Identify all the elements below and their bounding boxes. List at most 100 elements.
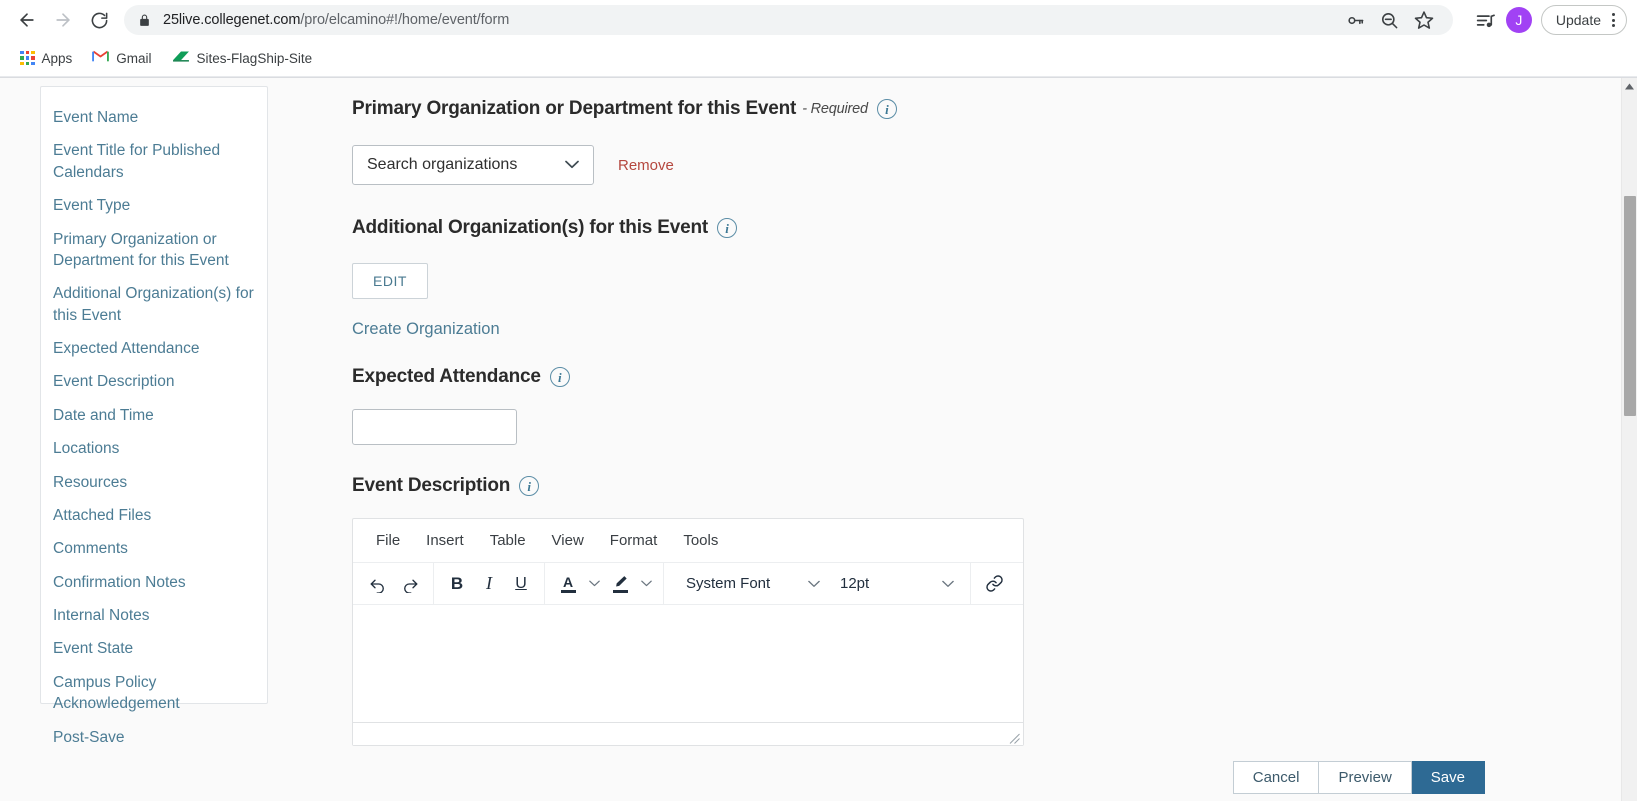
heading-text: Primary Organization or Department for t… [352, 98, 797, 119]
redo-icon[interactable] [395, 569, 425, 599]
search-organizations-select[interactable]: Search organizations [352, 145, 594, 185]
menu-table[interactable]: Table [479, 528, 537, 553]
toolbar-link-group [971, 563, 1017, 604]
select-value: Search organizations [367, 156, 518, 173]
kebab-menu-icon[interactable] [1607, 13, 1620, 27]
sidebar-item-campus-policy-acknowledgement[interactable]: Campus Policy Acknowledgement [41, 666, 267, 721]
preview-button[interactable]: Preview [1319, 761, 1412, 794]
sidebar-item-internal-notes[interactable]: Internal Notes [41, 599, 267, 632]
primary-organization-heading: Primary Organization or Department for t… [352, 98, 1052, 120]
editor-content-area[interactable] [353, 605, 1023, 723]
back-button[interactable] [10, 3, 44, 37]
highlight-chevron-down-icon[interactable] [637, 569, 655, 599]
sidebar-item-expected-attendance[interactable]: Expected Attendance [41, 332, 267, 365]
font-family-value: System Font [686, 575, 771, 592]
sidebar-item-event-type[interactable]: Event Type [41, 189, 267, 222]
menu-view[interactable]: View [541, 528, 595, 553]
text-color-icon[interactable]: A [553, 569, 583, 599]
zoom-out-icon[interactable] [1375, 5, 1405, 35]
bookmark-label: Sites-FlagShip-Site [196, 50, 313, 66]
toolbar-color-group: A [545, 563, 664, 604]
bookmark-star-icon[interactable] [1409, 5, 1439, 35]
sidebar-item-confirmation-notes[interactable]: Confirmation Notes [41, 566, 267, 599]
reload-button[interactable] [82, 3, 116, 37]
chevron-down-icon [942, 575, 954, 592]
menu-tools[interactable]: Tools [672, 528, 729, 553]
bookmark-gmail[interactable]: Gmail [84, 46, 159, 70]
resize-grip-icon[interactable] [1009, 731, 1020, 744]
primary-organization-row: Search organizations Remove [352, 145, 1052, 185]
gmail-icon [92, 50, 110, 66]
url-path: /pro/elcamino#!/home/event/form [300, 12, 510, 28]
underline-button[interactable]: U [506, 569, 536, 599]
sidebar-item-attached-files[interactable]: Attached Files [41, 499, 267, 532]
create-organization-link[interactable]: Create Organization [352, 320, 500, 338]
avatar[interactable]: J [1505, 7, 1532, 33]
italic-button[interactable]: I [474, 569, 504, 599]
undo-icon[interactable] [363, 569, 393, 599]
sidebar-item-comments[interactable]: Comments [41, 532, 267, 565]
info-icon[interactable]: i [519, 476, 540, 496]
toolbar-format-group: B I U [434, 563, 545, 604]
scrollbar-thumb[interactable] [1624, 196, 1636, 416]
chevron-down-icon [808, 575, 820, 592]
password-key-icon[interactable] [1341, 5, 1371, 35]
bookmark-label: Apps [41, 50, 73, 66]
browser-toolbar: 25live.collegenet.com/pro/elcamino#!/hom… [0, 0, 1637, 40]
sidebar-item-event-title-published-calendars[interactable]: Event Title for Published Calendars [41, 134, 267, 189]
remove-organization-link[interactable]: Remove [618, 157, 674, 174]
bookmark-label: Gmail [116, 50, 152, 66]
update-button[interactable]: Update [1540, 5, 1627, 35]
sidebar-item-event-state[interactable]: Event State [41, 632, 267, 665]
menu-file[interactable]: File [365, 528, 411, 553]
arrow-right-icon [53, 10, 73, 30]
font-family-select[interactable]: System Font [676, 569, 828, 599]
heading-text: Expected Attendance [352, 366, 541, 387]
bold-button[interactable]: B [442, 569, 472, 599]
sidebar-item-event-description[interactable]: Event Description [41, 365, 267, 398]
info-icon[interactable]: i [549, 367, 570, 387]
browser-chrome: 25live.collegenet.com/pro/elcamino#!/hom… [0, 0, 1637, 78]
info-icon[interactable]: i [716, 218, 737, 238]
media-playlist-icon[interactable] [1471, 5, 1501, 35]
editor-menubar: File Insert Table View Format Tools [353, 519, 1023, 563]
bookmarks-bar: Apps Gmail Sites-FlagShip-Site [0, 40, 1637, 77]
page-viewport: Event Name Event Title for Published Cal… [0, 78, 1637, 801]
font-size-value: 12pt [840, 575, 870, 592]
expected-attendance-input[interactable] [352, 409, 517, 445]
rich-text-editor: File Insert Table View Format Tools B I … [352, 518, 1024, 746]
address-bar[interactable]: 25live.collegenet.com/pro/elcamino#!/hom… [124, 5, 1453, 35]
page-scrollbar[interactable] [1621, 78, 1637, 801]
sidebar-item-locations[interactable]: Locations [41, 432, 267, 465]
menu-format[interactable]: Format [599, 528, 669, 553]
sidebar-item-primary-organization[interactable]: Primary Organization or Department for t… [41, 223, 267, 278]
menu-insert[interactable]: Insert [415, 528, 475, 553]
highlight-pen-icon[interactable] [605, 569, 635, 599]
info-icon[interactable]: i [876, 99, 897, 119]
font-size-select[interactable]: 12pt [830, 569, 962, 599]
required-tag: - Required [802, 101, 868, 117]
edit-additional-organizations-button[interactable]: EDIT [352, 263, 428, 299]
url-text: 25live.collegenet.com/pro/elcamino#!/hom… [163, 12, 509, 28]
heading-text: Event Description [352, 475, 511, 496]
browser-right-actions: J Update [1463, 5, 1627, 35]
chevron-down-icon [565, 156, 579, 174]
cancel-button[interactable]: Cancel [1232, 761, 1320, 794]
sidebar-item-date-and-time[interactable]: Date and Time [41, 399, 267, 432]
bookmark-apps[interactable]: Apps [12, 47, 80, 70]
sidebar-item-additional-organizations[interactable]: Additional Organization(s) for this Even… [41, 277, 267, 332]
sidebar-item-event-name[interactable]: Event Name [41, 101, 267, 134]
sidebar-item-resources[interactable]: Resources [41, 466, 267, 499]
save-button[interactable]: Save [1411, 761, 1485, 794]
text-color-chevron-down-icon[interactable] [585, 569, 603, 599]
bookmark-sites-flagship-site[interactable]: Sites-FlagShip-Site [164, 46, 321, 70]
update-label: Update [1555, 12, 1601, 28]
text-color-label: A [562, 573, 574, 590]
forward-button[interactable] [46, 3, 80, 37]
sidebar-item-post-save[interactable]: Post-Save [41, 721, 267, 754]
additional-organizations-heading: Additional Organization(s) for this Even… [352, 217, 1052, 239]
highlight-color-swatch [612, 589, 628, 593]
toolbar-history-group [355, 563, 434, 604]
link-icon[interactable] [979, 569, 1009, 599]
scroll-up-arrow-icon[interactable] [1622, 78, 1637, 95]
